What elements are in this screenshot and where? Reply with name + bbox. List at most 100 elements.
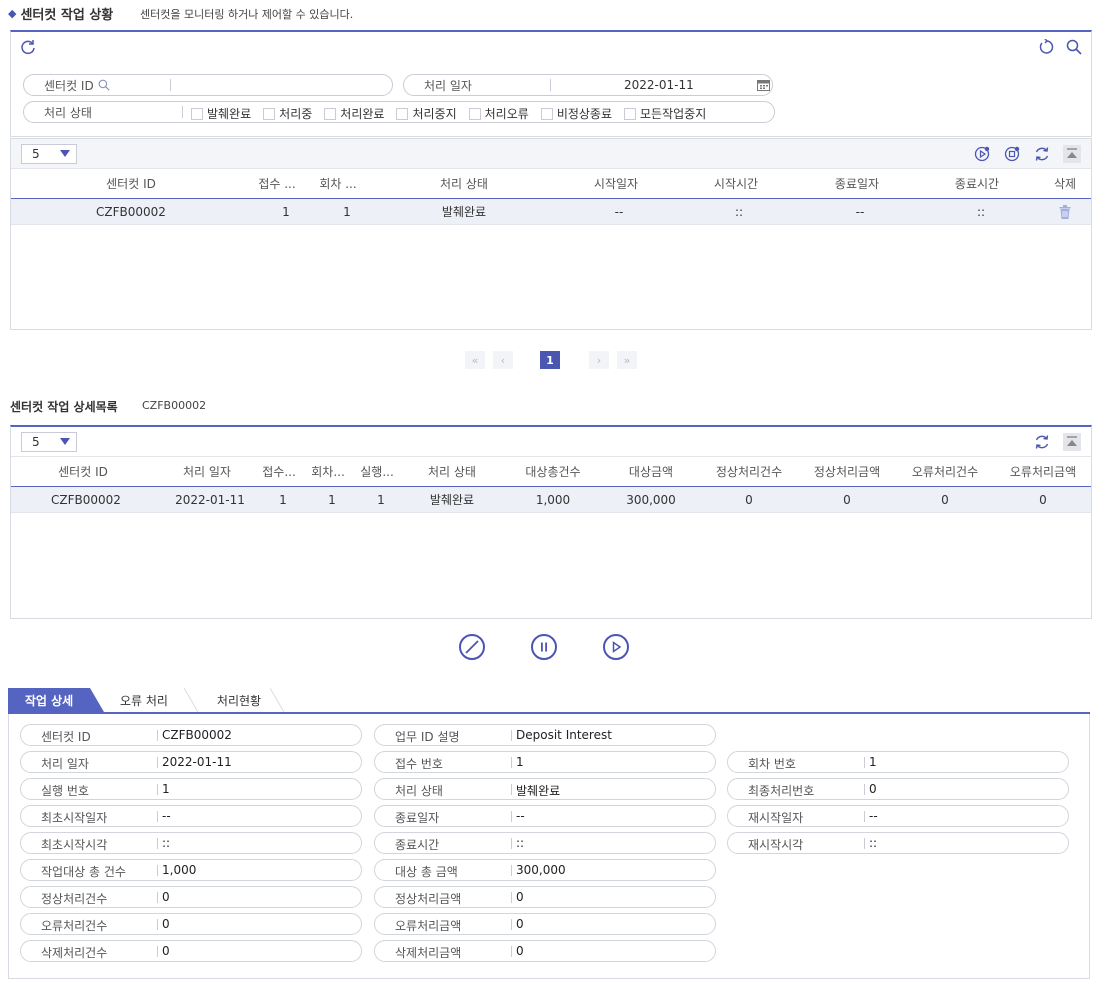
detail-field: 최초시작일자 -- <box>20 805 362 827</box>
table-row[interactable]: CZFB00002 2022-01-11 1 1 1 발췌완료 1,000 30… <box>11 487 1091 513</box>
column-header[interactable]: 종료일자 <box>797 169 917 198</box>
detail-field: 오류처리금액 0 <box>374 913 716 935</box>
page-title-text: 센터컷 작업 상황 <box>20 8 114 23</box>
table-cell: -- <box>614 204 624 219</box>
table-cell: 0 <box>843 492 851 507</box>
tab-job-detail[interactable]: 작업 상세 <box>8 688 90 712</box>
page-size-select[interactable]: 5 <box>21 143 77 164</box>
status-checkbox[interactable]: 처리완료 <box>324 105 384 122</box>
diamond-icon: ◆ <box>8 7 17 20</box>
table-cell: 발췌완료 <box>429 493 475 507</box>
table-cell: 1 <box>328 492 336 507</box>
trash-icon[interactable] <box>1037 199 1093 224</box>
collapse-icon[interactable] <box>1063 144 1081 163</box>
filter-panel: 센터컷 ID 처리 일자 2022-01-11 처리 상태 발췌완료 처리중 처… <box>10 30 1092 137</box>
column-header[interactable]: 대상총건수 <box>504 457 602 486</box>
page-title: ◆ 센터컷 작업 상황 <box>8 4 113 23</box>
centercut-id-field[interactable]: 센터컷 ID <box>23 74 393 96</box>
calendar-icon[interactable] <box>757 79 770 94</box>
detail-field: 작업대상 총 건수 1,000 <box>20 859 362 881</box>
table-cell: 1 <box>343 204 351 219</box>
column-header[interactable]: 정상처리건수 <box>700 457 798 486</box>
table-cell: CZFB00002 <box>96 204 166 219</box>
column-header[interactable]: 시작일자 <box>556 169 676 198</box>
chevron-down-icon <box>60 438 70 445</box>
column-header[interactable]: 회차... <box>308 457 348 486</box>
status-checkbox-group: 발췌완료 처리중 처리완료 처리중지 처리오류 비정상종료 모든작업중지 <box>191 105 718 122</box>
column-header[interactable]: 센터컷 ID <box>71 169 191 198</box>
detail-field: 실행 번호 1 <box>20 778 362 800</box>
first-page-button[interactable]: « <box>465 351 485 369</box>
table-row[interactable]: CZFB00002 1 1 발췌완료 -- :: -- :: <box>11 199 1091 225</box>
column-header[interactable]: 센터컷 ID <box>23 457 143 486</box>
column-header[interactable]: 시작시간 <box>676 169 796 198</box>
detail-list-title: 센터컷 작업 상세목록 <box>10 400 118 414</box>
refresh-icon[interactable] <box>1033 145 1051 163</box>
column-header[interactable]: 접수 ... <box>251 169 303 198</box>
process-date-field[interactable]: 처리 일자 2022-01-11 <box>403 74 773 96</box>
process-date-value: 2022-01-11 <box>624 78 694 92</box>
status-checkbox[interactable]: 모든작업중지 <box>624 105 706 122</box>
status-checkbox[interactable]: 처리중 <box>263 105 312 122</box>
tab-error-handling[interactable]: 오류 처리 <box>104 688 184 712</box>
reset-icon[interactable] <box>19 38 37 56</box>
column-header[interactable]: 종료시간 <box>917 169 1037 198</box>
column-header[interactable]: 오류처리금액 <box>994 457 1092 486</box>
centercut-id-label: 센터컷 ID <box>44 78 94 93</box>
table-cell: 0 <box>941 492 949 507</box>
detail-field: 삭제처리금액 0 <box>374 940 716 962</box>
play-settings-icon[interactable] <box>973 145 991 163</box>
filter-toolbar <box>11 32 1091 62</box>
status-checkbox[interactable]: 처리중지 <box>396 105 457 122</box>
grid2-toolbar: 5 <box>11 427 1091 457</box>
page-size-select[interactable]: 5 <box>21 431 77 452</box>
detail-field: 정상처리건수 0 <box>20 886 362 908</box>
chevron-down-icon <box>60 150 70 157</box>
process-status-field: 처리 상태 발췌완료 처리중 처리완료 처리중지 처리오류 비정상종료 모든작업… <box>23 101 775 123</box>
status-checkbox[interactable]: 비정상종료 <box>540 105 612 122</box>
table-cell: 0 <box>745 492 753 507</box>
status-checkbox[interactable]: 발췌완료 <box>191 105 251 122</box>
table-cell: :: <box>734 204 744 219</box>
column-header[interactable]: 접수... <box>259 457 299 486</box>
column-header[interactable]: 대상금액 <box>602 457 700 486</box>
stop-settings-icon[interactable] <box>1003 145 1021 163</box>
table-cell: 1,000 <box>535 492 571 507</box>
detail-field: 최종처리번호 0 <box>727 778 1069 800</box>
column-header[interactable]: 회차 ... <box>311 169 365 198</box>
column-header[interactable]: 처리 상태 <box>402 457 502 486</box>
process-date-label: 처리 일자 <box>424 78 472 93</box>
detail-field: 종료시간:: <box>374 832 716 854</box>
detail-field: 최초시작시각:: <box>20 832 362 854</box>
refresh-icon[interactable] <box>1033 433 1051 451</box>
search-icon[interactable] <box>1065 38 1083 56</box>
detail-field: 접수 번호 1 <box>374 751 716 773</box>
detail-field: 회차 번호 1 <box>727 751 1069 773</box>
grid1-toolbar: 5 <box>11 139 1091 169</box>
detail-field: 오류처리건수 0 <box>20 913 362 935</box>
column-header[interactable]: 처리 일자 <box>157 457 257 486</box>
last-page-button[interactable]: » <box>617 351 637 369</box>
cancel-button[interactable] <box>459 634 485 660</box>
detail-field: 삭제처리건수 0 <box>20 940 362 962</box>
column-header[interactable]: 실행... <box>357 457 397 486</box>
detail-field: 처리 상태 발췌완료 <box>374 778 716 800</box>
next-page-button[interactable]: › <box>589 351 609 369</box>
status-checkbox[interactable]: 처리오류 <box>468 105 529 122</box>
table-cell: CZFB00002 <box>51 492 121 507</box>
collapse-icon[interactable] <box>1063 432 1081 451</box>
column-header[interactable]: 삭제 <box>1037 169 1093 198</box>
page-number-button[interactable]: 1 <box>540 351 560 369</box>
column-header[interactable]: 처리 상태 <box>404 169 524 198</box>
pause-button[interactable] <box>531 634 557 660</box>
job-detail-form: 센터컷 ID CZFB00002 처리 일자 2022-01-11 실행 번호 1 최… <box>8 714 1090 979</box>
job-status-grid: 5 센터컷 ID 접수 ... 회차 ... 처리 상태 시작일자 시작시간 종… <box>10 138 1092 330</box>
play-button[interactable] <box>603 634 629 660</box>
refresh-icon[interactable] <box>1037 38 1055 56</box>
pause-icon <box>541 642 547 652</box>
prev-page-button[interactable]: ‹ <box>493 351 513 369</box>
column-header[interactable]: 정상처리금액 <box>798 457 896 486</box>
search-small-icon <box>98 79 110 91</box>
detail-field: 업무 ID 설명 Deposit Interest <box>374 724 716 746</box>
column-header[interactable]: 오류처리건수 <box>896 457 994 486</box>
